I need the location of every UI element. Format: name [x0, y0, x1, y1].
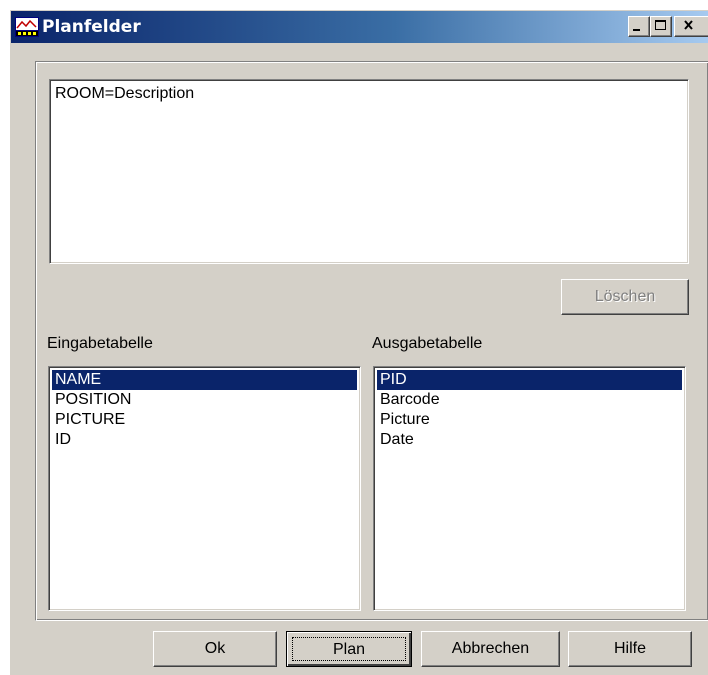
input-item-name[interactable]: NAME — [52, 370, 357, 390]
window-title: Planfelder — [42, 17, 141, 37]
planfelder-app-icon[interactable] — [15, 17, 39, 37]
plan-button-label: Plan — [332, 641, 366, 658]
ok-button[interactable]: Ok — [153, 631, 277, 667]
input-item-picture[interactable]: PICTURE — [52, 410, 357, 430]
ok-button-label: Ok — [204, 640, 226, 657]
help-button[interactable]: Hilfe — [568, 631, 692, 667]
output-item-date[interactable]: Date — [377, 430, 682, 450]
close-icon — [684, 20, 693, 30]
delete-button[interactable]: Löschen — [561, 279, 689, 315]
cancel-button[interactable]: Abbrechen — [421, 631, 560, 667]
maximize-icon — [655, 20, 666, 30]
cancel-button-label: Abbrechen — [451, 640, 530, 657]
plan-button[interactable]: Plan — [286, 631, 412, 667]
output-item-picture[interactable]: Picture — [377, 410, 682, 430]
title-bar[interactable]: Planfelder — [11, 11, 708, 43]
minimize-icon — [633, 29, 640, 31]
maximize-button[interactable] — [650, 16, 672, 37]
input-item-position[interactable]: POSITION — [52, 390, 357, 410]
field-mapping-textbox[interactable]: ROOM=Description — [49, 79, 689, 264]
planfelder-dialog: Planfelder ROOM=Description Löschen Eing… — [10, 10, 708, 675]
input-table-list[interactable]: NAME POSITION PICTURE ID — [48, 366, 361, 611]
output-item-barcode[interactable]: Barcode — [377, 390, 682, 410]
close-button[interactable] — [674, 16, 708, 37]
output-table-list[interactable]: PID Barcode Picture Date — [373, 366, 686, 611]
plan-button-focus: Plan — [292, 637, 406, 661]
minimize-button[interactable] — [628, 16, 650, 37]
output-table-label: Ausgabetabelle — [372, 335, 483, 352]
input-item-id[interactable]: ID — [52, 430, 357, 450]
help-button-label: Hilfe — [613, 640, 646, 657]
input-table-label: Eingabetabelle — [47, 335, 153, 352]
field-mapping-text: ROOM=Description — [55, 85, 195, 102]
output-item-pid[interactable]: PID — [377, 370, 682, 390]
delete-button-label: Löschen — [594, 288, 656, 305]
